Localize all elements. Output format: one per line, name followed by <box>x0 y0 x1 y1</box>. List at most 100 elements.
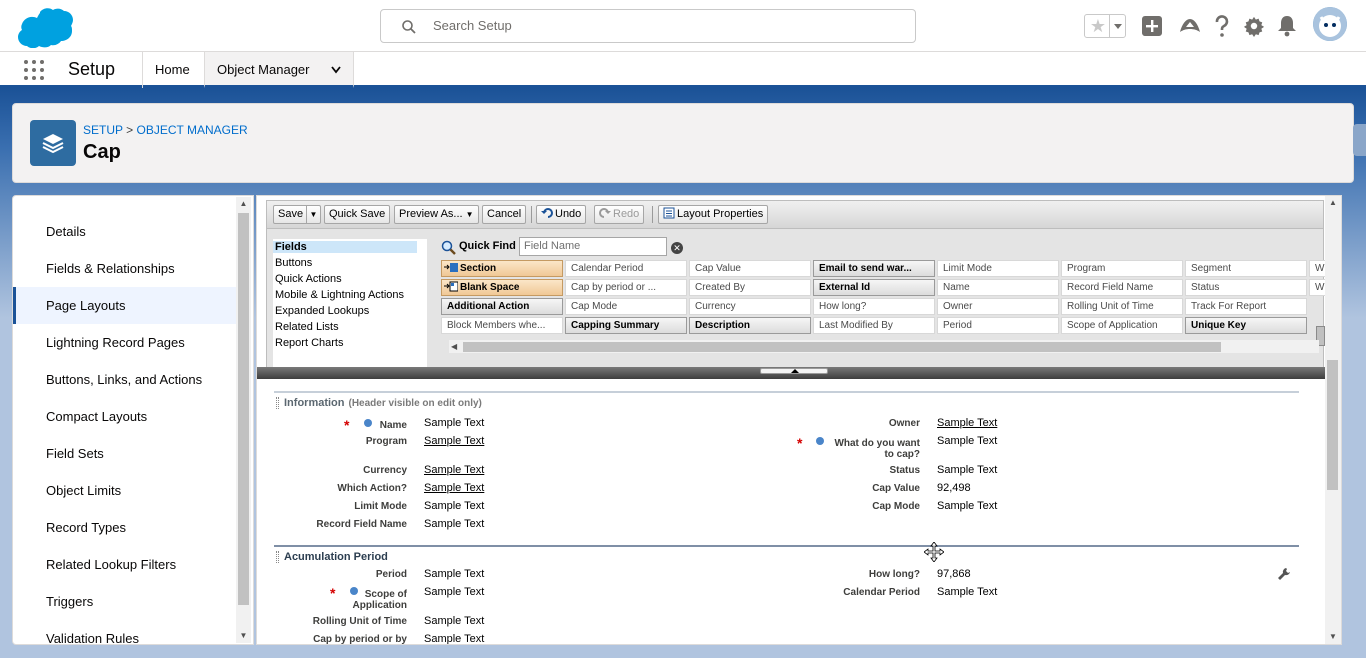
collapse-palette-handle[interactable] <box>760 368 828 374</box>
field-value[interactable]: Sample Text <box>424 500 484 512</box>
palette-field[interactable]: Cap by period or ... <box>565 279 687 296</box>
section-information[interactable]: Information (Header visible on edit only)… <box>274 391 1299 551</box>
sidebar-item-buttons-links-actions[interactable]: Buttons, Links, and Actions <box>13 361 237 398</box>
favorites-button[interactable]: ★ <box>1084 14 1126 38</box>
preview-as-button[interactable]: Preview As... ▼ <box>394 205 479 224</box>
add-icon[interactable] <box>1141 13 1163 39</box>
cancel-button[interactable]: Cancel <box>482 205 527 224</box>
drag-handle-icon[interactable] <box>276 397 279 409</box>
search-box[interactable]: Search Setup <box>380 9 916 43</box>
field-value[interactable]: Sample Text <box>937 586 997 598</box>
search-input[interactable]: Search Setup <box>433 18 512 33</box>
palette-horizontal-scrollbar[interactable]: ◀ <box>449 340 1319 353</box>
palette-field-used[interactable]: Email to send war... <box>813 260 935 277</box>
palette-field[interactable]: Record Field Name <box>1061 279 1183 296</box>
category-related-lists[interactable]: Related Lists <box>273 321 417 333</box>
drag-handle-icon[interactable] <box>276 551 279 563</box>
palette-field[interactable]: Last Modified By <box>813 317 935 334</box>
palette-field[interactable]: Segment <box>1185 260 1307 277</box>
save-button[interactable]: Save ▼ <box>273 205 321 224</box>
palette-field[interactable]: Calendar Period <box>565 260 687 277</box>
settings-gear-icon[interactable] <box>1243 13 1265 39</box>
scroll-up-arrow[interactable]: ▲ <box>1325 196 1341 210</box>
field-value[interactable]: Sample Text <box>424 464 484 476</box>
scrollbar-thumb[interactable] <box>238 213 249 605</box>
sidebar-item-fields-relationships[interactable]: Fields & Relationships <box>13 250 237 287</box>
chevron-down-icon[interactable] <box>331 66 341 74</box>
field-value[interactable]: Sample Text <box>424 568 484 580</box>
layout-properties-button[interactable]: Layout Properties <box>658 205 769 224</box>
quick-find-input[interactable]: Field Name <box>519 237 667 256</box>
help-icon[interactable] <box>1212 13 1232 39</box>
salesforce-logo[interactable] <box>14 6 76 48</box>
quick-save-button[interactable]: Quick Save <box>324 205 391 224</box>
sidebar-item-validation-rules[interactable]: Validation Rules <box>13 620 237 644</box>
clear-icon[interactable]: ✕ <box>671 242 683 254</box>
palette-field[interactable]: W <box>1309 260 1325 277</box>
favorite-star-icon[interactable]: ★ <box>1088 15 1108 37</box>
palette-field-used[interactable]: Description <box>689 317 811 334</box>
section-acumulation-period[interactable]: Acumulation Period Period Sample Text * … <box>274 545 1299 644</box>
sidebar-item-lightning-record-pages[interactable]: Lightning Record Pages <box>13 324 237 361</box>
category-fields[interactable]: Fields <box>273 241 417 253</box>
sidebar-scrollbar[interactable]: ▲ ▼ <box>236 197 251 643</box>
palette-item-blank-space[interactable]: Blank Space <box>441 279 563 296</box>
tab-object-manager[interactable]: Object Manager <box>204 52 354 88</box>
palette-field[interactable]: W <box>1309 279 1325 296</box>
scroll-down-arrow[interactable]: ▼ <box>1325 630 1341 644</box>
undo-button[interactable]: Undo <box>536 205 587 224</box>
redo-button[interactable]: Redo <box>594 205 645 224</box>
user-avatar[interactable] <box>1313 7 1347 41</box>
palette-field[interactable]: Scope of Application <box>1061 317 1183 334</box>
field-value[interactable]: Sample Text <box>424 633 484 644</box>
palette-field[interactable]: Rolling Unit of Time <box>1061 298 1183 315</box>
palette-field[interactable]: Owner <box>937 298 1059 315</box>
sidebar-item-page-layouts[interactable]: Page Layouts <box>13 287 237 324</box>
sidebar-item-record-types[interactable]: Record Types <box>13 509 237 546</box>
palette-field-used[interactable]: Additional Action <box>441 298 563 315</box>
category-expanded-lookups[interactable]: Expanded Lookups <box>273 305 417 317</box>
app-launcher-icon[interactable] <box>24 60 44 80</box>
palette-field[interactable]: Track For Report <box>1185 298 1307 315</box>
wrench-icon[interactable] <box>1277 567 1291 581</box>
palette-field-used[interactable]: Unique Key <box>1185 317 1307 334</box>
field-value[interactable]: Sample Text <box>424 518 484 530</box>
scroll-up-arrow[interactable]: ▲ <box>236 197 251 211</box>
palette-field[interactable]: Program <box>1061 260 1183 277</box>
sidebar-item-details[interactable]: Details <box>13 213 237 250</box>
palette-field[interactable]: Status <box>1185 279 1307 296</box>
palette-field[interactable]: Currency <box>689 298 811 315</box>
category-quick-actions[interactable]: Quick Actions <box>273 273 417 285</box>
scroll-left-arrow[interactable]: ◀ <box>451 340 457 353</box>
field-value[interactable]: Sample Text <box>937 435 997 447</box>
palette-field-used[interactable]: External Id <box>813 279 935 296</box>
editor-scrollbar[interactable]: ▲ ▼ <box>1325 196 1341 644</box>
palette-field[interactable]: Limit Mode <box>937 260 1059 277</box>
palette-field[interactable]: Cap Value <box>689 260 811 277</box>
breadcrumb-object-manager[interactable]: OBJECT MANAGER <box>137 123 248 137</box>
field-value[interactable]: Sample Text <box>424 482 484 494</box>
palette-field[interactable]: Created By <box>689 279 811 296</box>
field-value[interactable]: Sample Text <box>424 586 484 598</box>
category-buttons[interactable]: Buttons <box>273 257 417 269</box>
field-value[interactable]: 97,868 <box>937 568 971 580</box>
scroll-down-arrow[interactable]: ▼ <box>236 629 251 643</box>
palette-field[interactable]: Period <box>937 317 1059 334</box>
palette-field[interactable]: Block Members whe... <box>441 317 563 334</box>
panel-toggle-handle[interactable] <box>1353 124 1366 156</box>
field-value[interactable]: 92,498 <box>937 482 971 494</box>
palette-field[interactable]: Name <box>937 279 1059 296</box>
palette-item-section[interactable]: Section <box>441 260 563 277</box>
palette-field[interactable]: Cap Mode <box>565 298 687 315</box>
palette-field[interactable]: How long? <box>813 298 935 315</box>
scrollbar-thumb[interactable] <box>1327 360 1338 490</box>
breadcrumb-setup[interactable]: SETUP <box>83 123 123 137</box>
category-report-charts[interactable]: Report Charts <box>273 337 417 349</box>
field-value[interactable]: Sample Text <box>424 435 484 447</box>
sidebar-item-related-lookup-filters[interactable]: Related Lookup Filters <box>13 546 237 583</box>
category-mobile-lightning-actions[interactable]: Mobile & Lightning Actions <box>273 289 417 301</box>
palette-splitter[interactable] <box>257 367 1325 379</box>
tab-home[interactable]: Home <box>142 52 204 88</box>
save-dropdown-icon[interactable]: ▼ <box>306 206 320 223</box>
field-value[interactable]: Sample Text <box>424 615 484 627</box>
